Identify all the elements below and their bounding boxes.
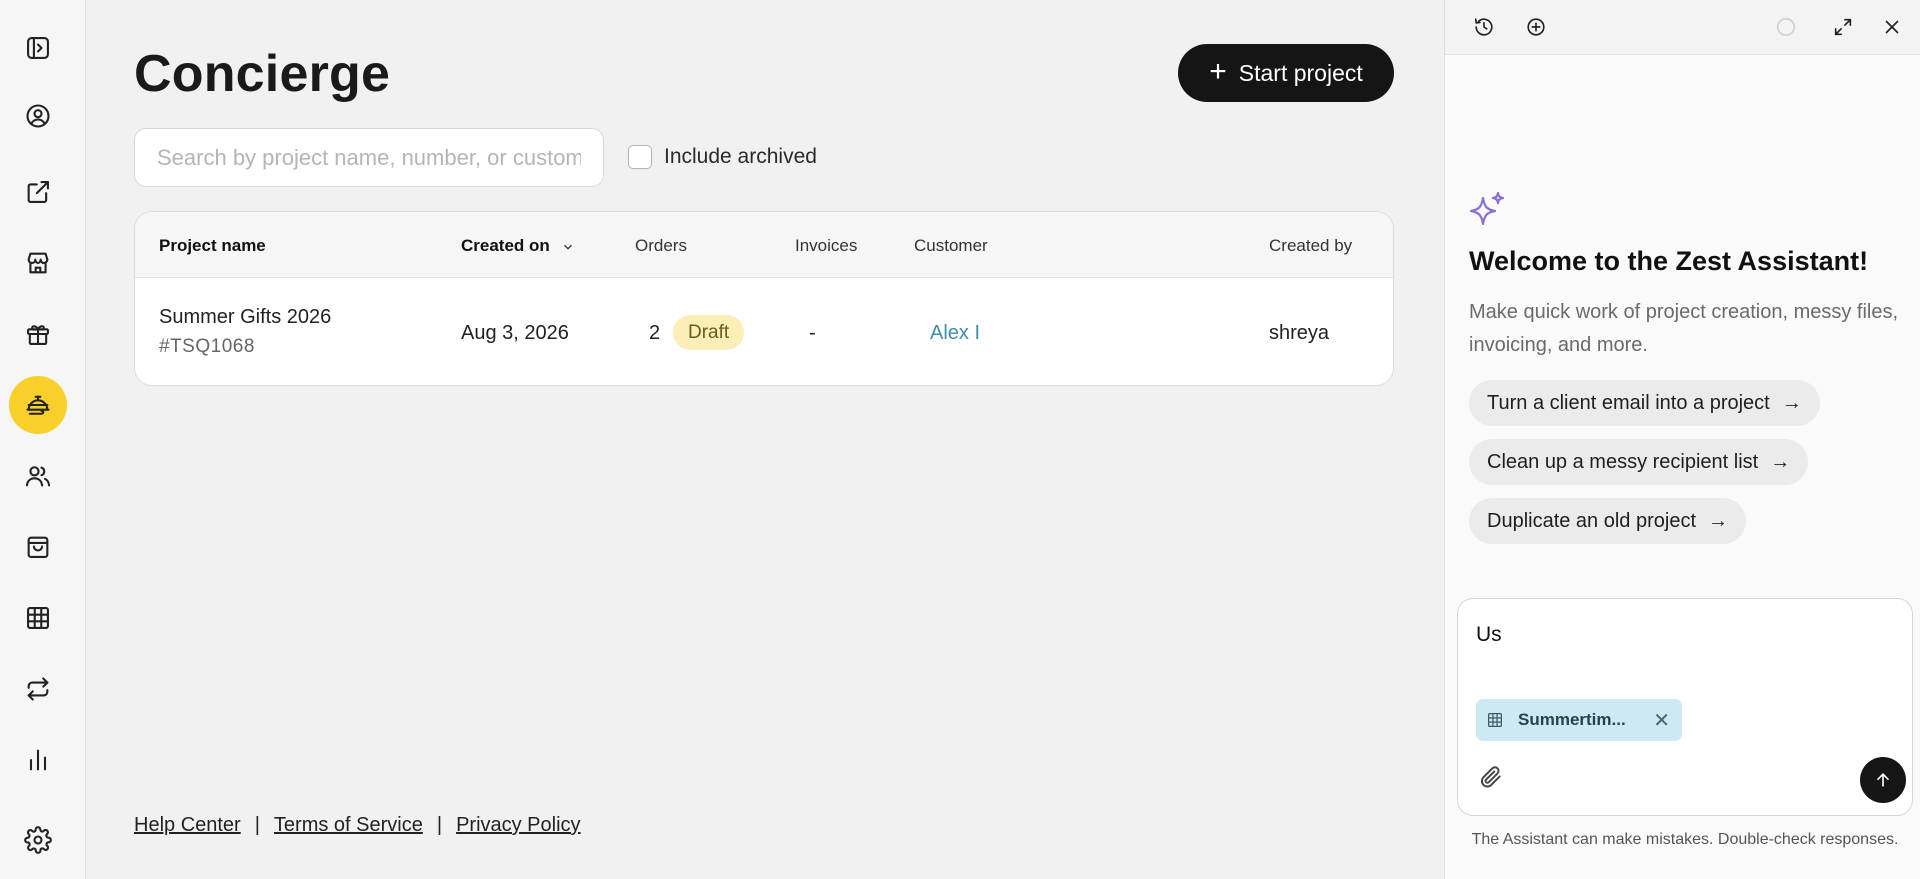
- user-circle-icon: [26, 104, 50, 128]
- sidebar: [0, 0, 86, 879]
- external-link-icon: [27, 181, 49, 203]
- attach-file-button[interactable]: [1478, 764, 1506, 792]
- shopping-bag-icon: [27, 536, 49, 558]
- nav-store[interactable]: [9, 234, 67, 292]
- footer-links: Help Center | Terms of Service | Privacy…: [134, 814, 581, 837]
- attachment-name: Summertim...: [1518, 710, 1626, 729]
- grid-table-icon: [27, 607, 49, 629]
- assistant-composer: Summertim... ✕: [1457, 598, 1913, 816]
- column-project-name[interactable]: Project name: [159, 236, 266, 256]
- include-archived-checkbox[interactable]: [628, 145, 652, 169]
- expand-icon: [1834, 18, 1852, 36]
- created-by-value: shreya: [1269, 322, 1330, 344]
- attachment-chip[interactable]: Summertim... ✕: [1476, 699, 1682, 741]
- orders-count: 2: [649, 322, 661, 344]
- sidebar-toggle-icon: [27, 37, 49, 59]
- nav-external[interactable]: [9, 163, 67, 221]
- column-orders[interactable]: Orders: [635, 236, 687, 256]
- search-input[interactable]: [134, 128, 604, 187]
- suggestion-label: Clean up a messy recipient list: [1487, 450, 1759, 473]
- invoices-value: -: [809, 322, 816, 344]
- privacy-link[interactable]: Privacy Policy: [456, 814, 580, 837]
- sidebar-toggle-button[interactable]: [9, 19, 67, 77]
- swap-arrows-icon: [27, 677, 49, 701]
- terms-link[interactable]: Terms of Service: [274, 814, 423, 837]
- expand-button[interactable]: [1828, 12, 1858, 42]
- status-indicator: [1771, 12, 1801, 42]
- arrow-right-icon: →: [1708, 509, 1729, 532]
- nav-orders[interactable]: [9, 518, 67, 576]
- remove-attachment-icon[interactable]: ✕: [1653, 708, 1670, 733]
- project-number: #TSQ1068: [159, 336, 255, 357]
- footer-separator: |: [436, 814, 443, 836]
- nav-concierge[interactable]: [9, 376, 67, 434]
- assistant-welcome-heading: Welcome to the Zest Assistant!: [1469, 246, 1869, 276]
- suggestion-label: Duplicate an old project: [1487, 509, 1697, 532]
- column-customer[interactable]: Customer: [914, 236, 988, 256]
- nav-people[interactable]: [9, 447, 67, 505]
- close-icon: [1885, 20, 1899, 34]
- bar-chart-icon: [29, 749, 47, 771]
- suggestion-label: Turn a client email into a project: [1487, 391, 1770, 414]
- status-badge: Draft: [673, 315, 745, 350]
- send-button[interactable]: [1860, 757, 1906, 803]
- page-title: Concierge: [134, 45, 391, 103]
- assistant-toolbar: [1445, 0, 1920, 55]
- customer-link[interactable]: Alex I: [930, 322, 980, 345]
- arrow-right-icon: →: [1781, 391, 1802, 414]
- assistant-description: Make quick work of project creation, mes…: [1469, 301, 1899, 356]
- created-on-value: Aug 3, 2026: [461, 322, 569, 344]
- nav-reports[interactable]: [9, 731, 67, 789]
- storefront-icon: [27, 252, 49, 274]
- plus-circle-icon: [1527, 18, 1545, 36]
- spreadsheet-icon: [1487, 712, 1503, 728]
- start-project-button[interactable]: + Start project: [1178, 44, 1394, 102]
- include-archived-toggle[interactable]: Include archived: [628, 145, 817, 169]
- column-invoices[interactable]: Invoices: [795, 236, 857, 256]
- suggestion-chip[interactable]: Turn a client email into a project →: [1469, 380, 1820, 426]
- nav-gifts[interactable]: [9, 305, 67, 363]
- gift-icon: [27, 325, 49, 345]
- sparkle-icon: [1469, 191, 1505, 226]
- assistant-panel: Welcome to the Zest Assistant! Make quic…: [1444, 0, 1920, 879]
- paperclip-icon: [1480, 766, 1501, 788]
- assistant-disclaimer: The Assistant can make mistakes. Double-…: [1471, 831, 1899, 848]
- help-center-link[interactable]: Help Center: [134, 814, 241, 837]
- circle-icon: [1776, 17, 1796, 37]
- include-archived-label: Include archived: [664, 145, 817, 168]
- suggestion-chip[interactable]: Clean up a messy recipient list →: [1469, 439, 1809, 485]
- users-icon: [25, 466, 51, 487]
- main-content: Concierge + Start project Include archiv…: [86, 0, 1444, 879]
- nav-catalog[interactable]: [9, 589, 67, 647]
- column-created-on-label: Created on: [461, 236, 550, 255]
- start-project-label: Start project: [1238, 59, 1363, 86]
- project-name[interactable]: Summer Gifts 2026: [159, 306, 331, 329]
- arrow-up-icon: [1877, 773, 1889, 787]
- nav-settings[interactable]: [9, 811, 67, 869]
- close-button[interactable]: [1877, 12, 1907, 42]
- arrow-right-icon: →: [1770, 450, 1791, 473]
- plus-icon: +: [1209, 54, 1227, 88]
- nav-transfers[interactable]: [9, 660, 67, 718]
- chevron-down-icon: [563, 244, 572, 250]
- history-icon: [1474, 18, 1493, 36]
- column-created-by[interactable]: Created by: [1269, 236, 1352, 256]
- gear-icon: [24, 826, 52, 854]
- suggestion-chip[interactable]: Duplicate an old project →: [1469, 498, 1747, 544]
- nav-account[interactable]: [9, 87, 67, 145]
- column-created-on[interactable]: Created on: [461, 236, 575, 256]
- footer-separator: |: [254, 814, 260, 836]
- table-header: Project name Created on Orders Invoices …: [135, 212, 1393, 278]
- assistant-message-input[interactable]: [1476, 615, 1896, 655]
- history-button[interactable]: [1469, 12, 1499, 42]
- new-chat-button[interactable]: [1521, 12, 1551, 42]
- projects-table: Project name Created on Orders Invoices …: [134, 211, 1394, 386]
- concierge-bell-icon: [26, 395, 50, 415]
